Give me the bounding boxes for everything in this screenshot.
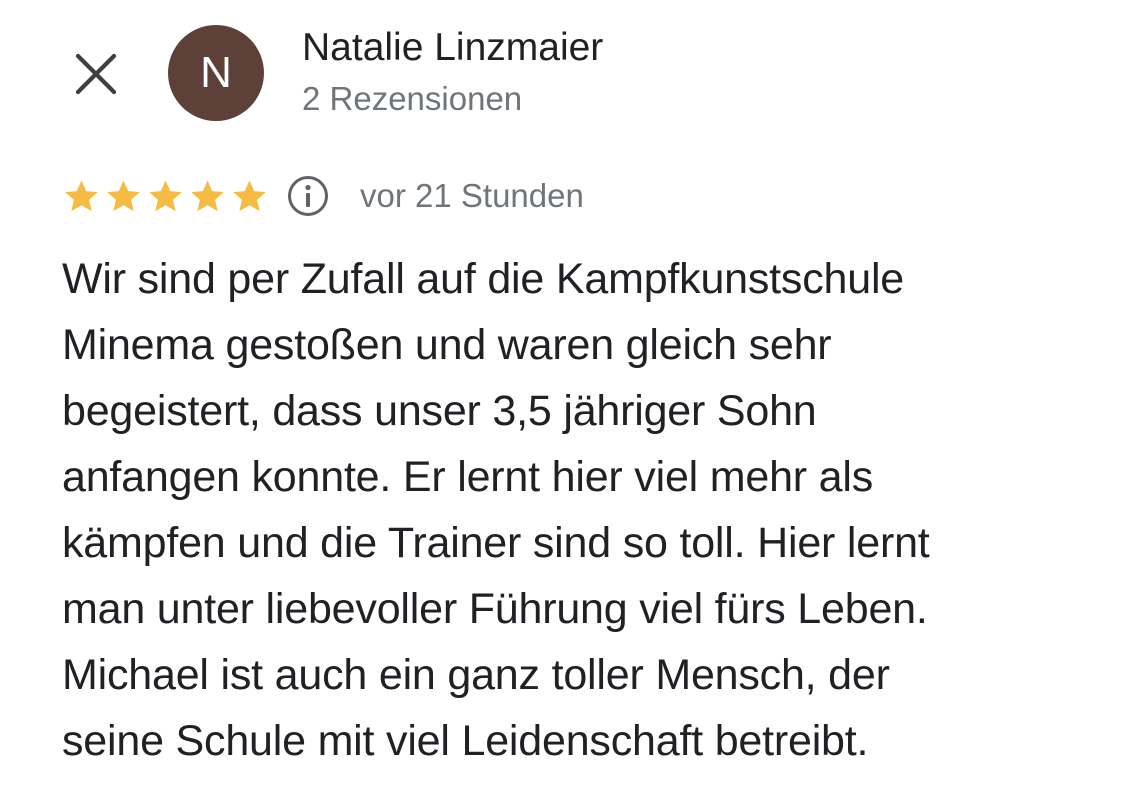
close-icon [75, 53, 117, 95]
info-icon[interactable] [286, 174, 330, 218]
star-icon [65, 179, 98, 211]
star-icon [107, 179, 140, 211]
review-text-line: man unter liebevoller Führung viel fürs … [62, 585, 928, 633]
star-rating [63, 178, 273, 215]
reviewer-review-count: 2 Rezensionen [302, 80, 523, 117]
review-text-line: Michael ist auch ein ganz toller Mensch,… [62, 651, 890, 699]
review-text-line: Wir sind per Zufall auf die Kampfkunstsc… [62, 255, 905, 303]
reviewer-name[interactable]: Natalie Linzmaier [302, 26, 603, 70]
avatar-initial: N [200, 48, 232, 97]
rating-row: vor 21 Stunden [63, 170, 584, 222]
star-icon [233, 179, 266, 211]
star-icon [149, 179, 182, 211]
review-text-line: kämpfen und die Trainer sind so toll. Hi… [62, 519, 930, 567]
review-text-line: Minema gestoßen und waren gleich sehr [62, 321, 832, 369]
review-timestamp: vor 21 Stunden [360, 177, 584, 214]
review-text-line: begeistert, dass unser 3,5 jähriger Sohn [62, 387, 817, 435]
avatar[interactable]: N [168, 25, 264, 121]
star-icon [191, 179, 224, 211]
review-text: Wir sind per Zufall auf die Kampfkunstsc… [62, 246, 1092, 774]
review-text-line: anfangen konnte. Er lernt hier viel mehr… [62, 453, 874, 501]
review-text-line: seine Schule mit viel Leidenschaft betre… [62, 717, 869, 765]
close-button[interactable] [68, 46, 124, 102]
